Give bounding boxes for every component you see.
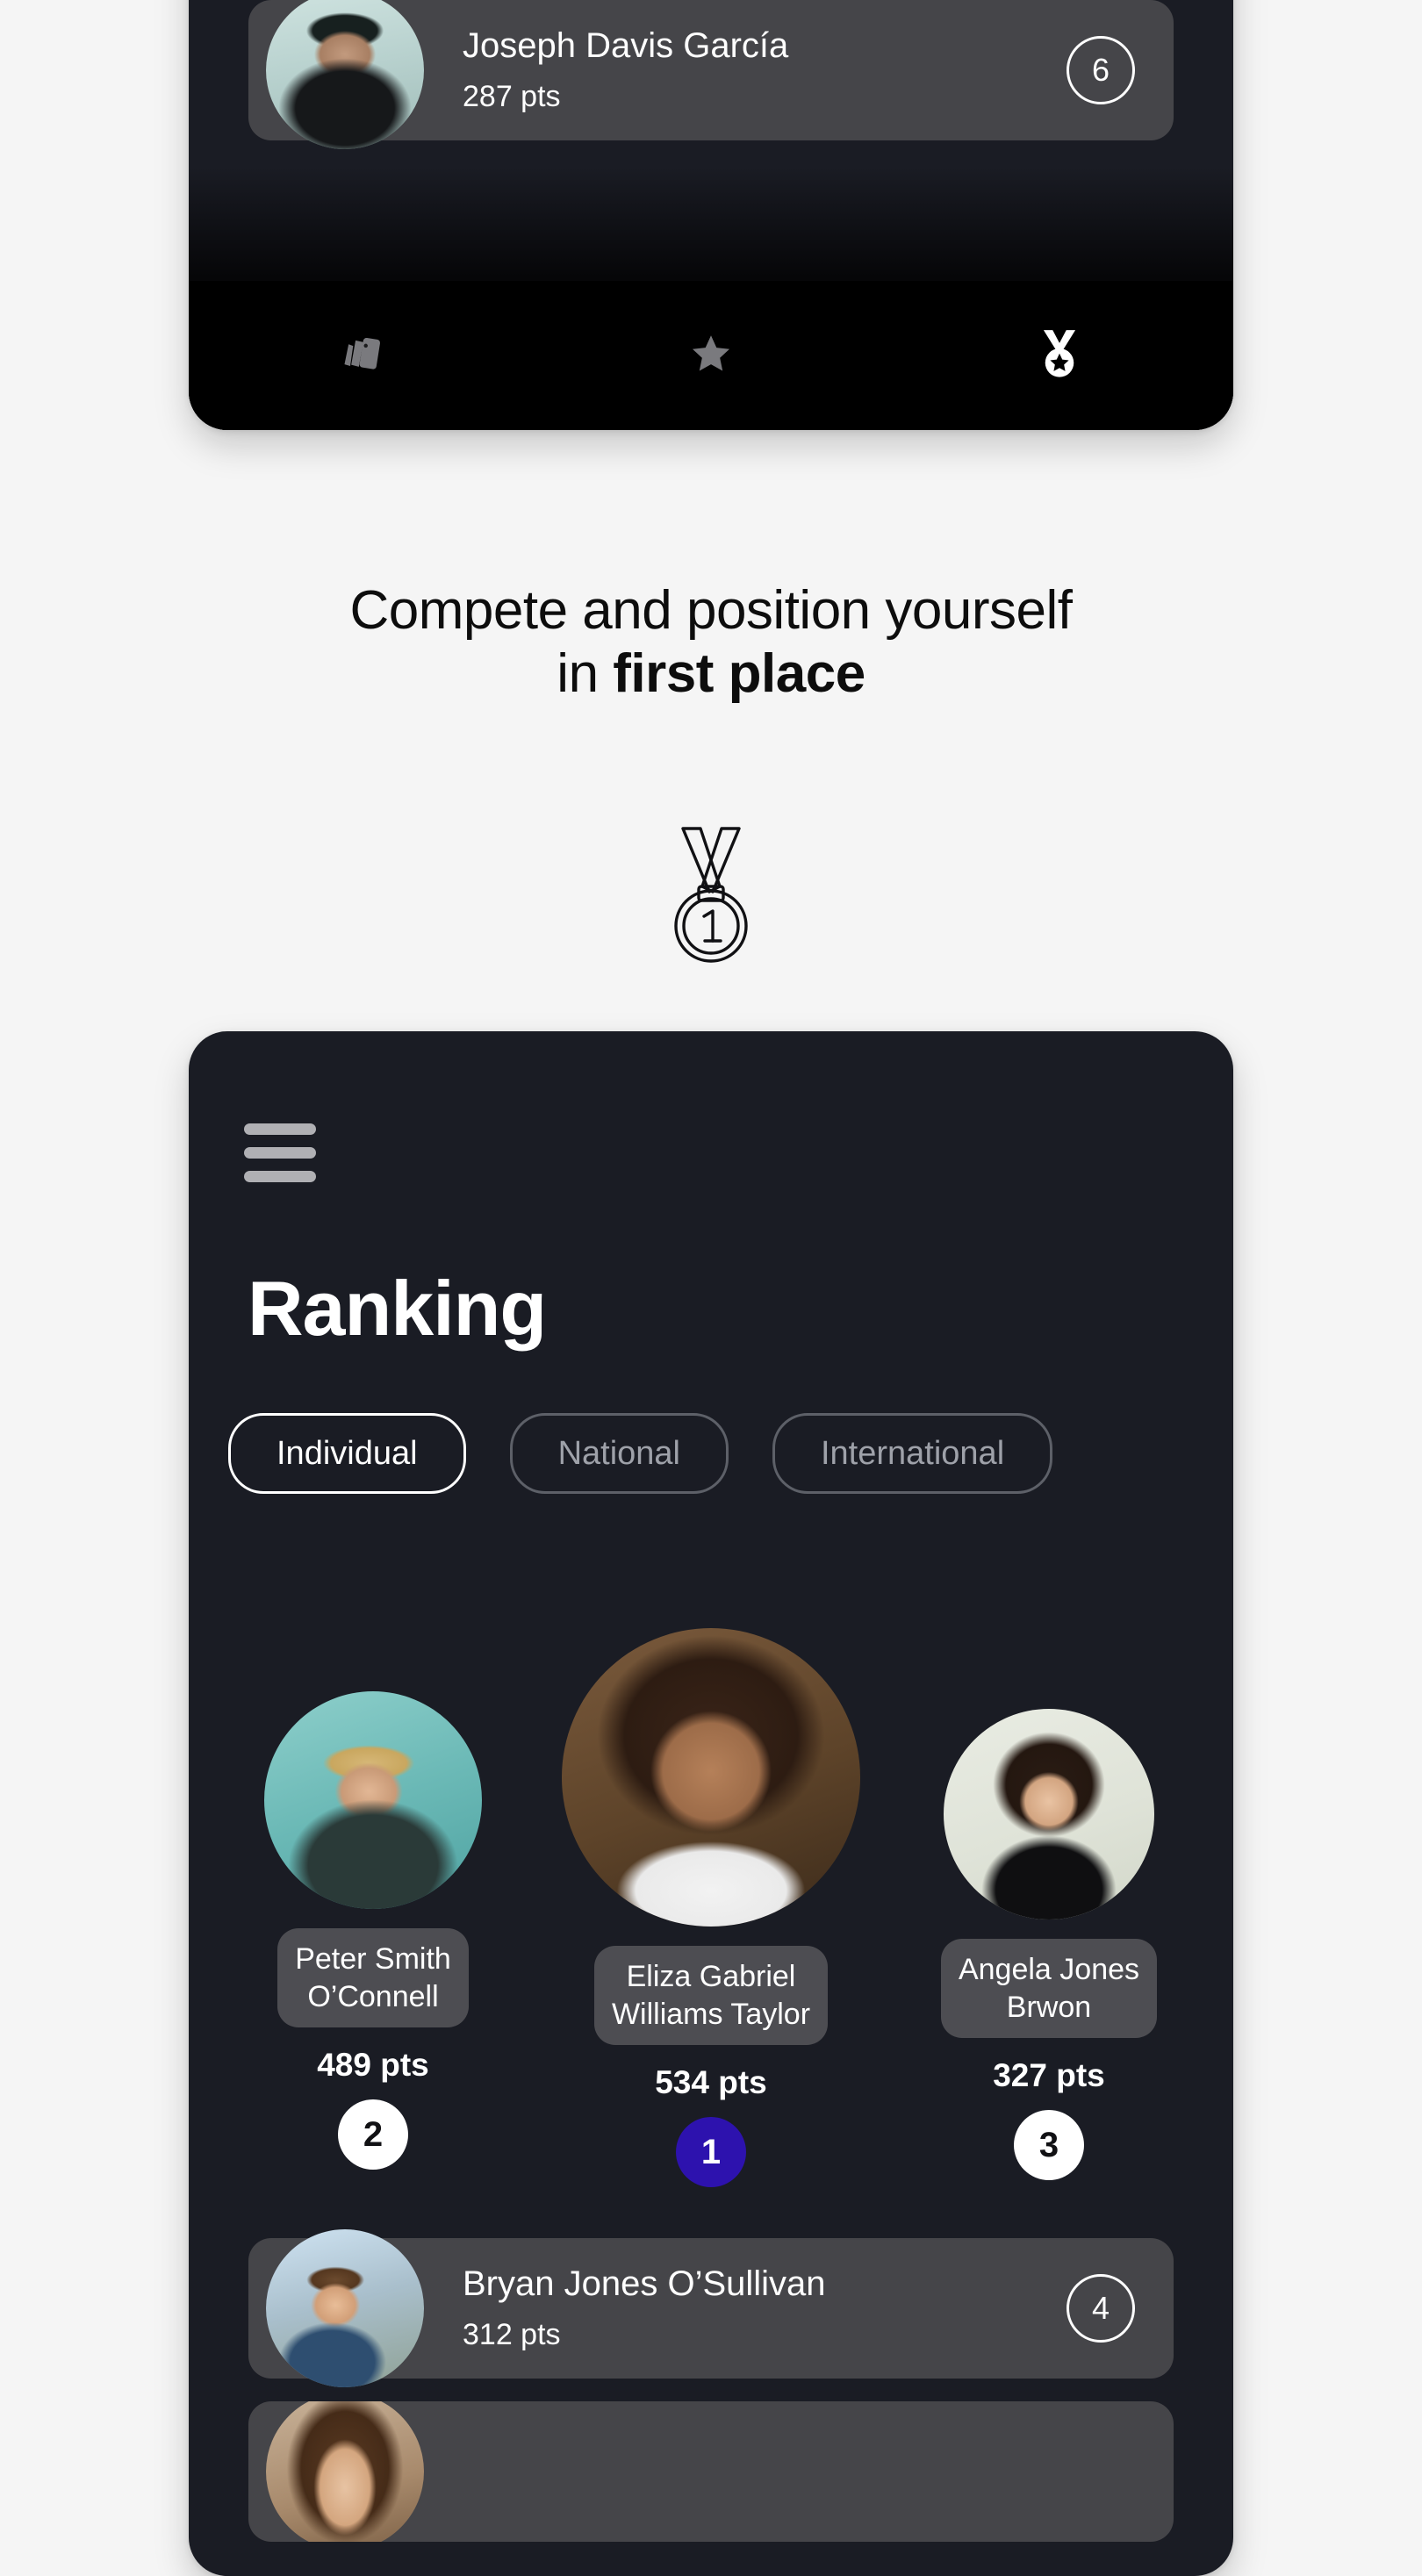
ranking-scope-tabs[interactable]: Individual National International (228, 1413, 1053, 1494)
podium-name-line-2: Williams Taylor (611, 1997, 811, 2031)
podium-name-line-2: O’Connell (307, 1979, 439, 2013)
medal-icon (1032, 326, 1087, 385)
podium-name-line-2: Brwon (1006, 1990, 1092, 2024)
tab-favourites[interactable] (537, 331, 886, 381)
status-badge: 4 (1066, 2274, 1135, 2343)
podium-top-three: Peter Smith O’Connell 489 pts 2 Eliza Ga… (0, 1628, 1422, 2190)
avatar (266, 0, 424, 149)
avatar (944, 1709, 1154, 1919)
status-badge: 3 (1014, 2110, 1084, 2180)
tab-individual[interactable]: Individual (228, 1413, 466, 1494)
podium-name-card: Eliza Gabriel Williams Taylor (593, 1946, 829, 2045)
avatar (266, 2401, 424, 2542)
medal-one-outline-icon (660, 825, 762, 970)
avatar (266, 2229, 424, 2387)
podium-name-card: Peter Smith O’Connell (277, 1928, 469, 2027)
podium-place-1[interactable]: Eliza Gabriel Williams Taylor 534 pts 1 (549, 1628, 873, 2187)
podium-points: 327 pts (993, 2057, 1105, 2093)
headline-prefix: in (557, 642, 614, 704)
list-item[interactable]: Joseph Davis García 287 pts 6 (248, 0, 1174, 149)
cards-stack-icon (338, 329, 387, 383)
medal-illustration (0, 825, 1422, 970)
avatar (562, 1628, 860, 1927)
podium-place-2[interactable]: Peter Smith O’Connell 489 pts 2 (237, 1691, 509, 2170)
avatar (264, 1691, 482, 1909)
star-icon (688, 331, 734, 381)
hamburger-menu-icon[interactable] (244, 1123, 316, 1182)
tab-ranking[interactable] (885, 326, 1233, 385)
podium-points: 489 pts (317, 2047, 429, 2083)
podium-name-line-1: Eliza Gabriel (626, 1960, 796, 1993)
screen-title: Ranking (248, 1265, 547, 1352)
top-ranking-list: Joseph Davis García 287 pts 6 (248, 0, 1174, 163)
list-item-points: 287 pts (463, 80, 561, 114)
list-item-meta: Joseph Davis García 287 pts (463, 26, 1066, 113)
podium-points: 534 pts (655, 2064, 767, 2100)
hamburger-line (244, 1147, 316, 1159)
headline-line-1: Compete and position yourself (349, 580, 1073, 641)
ranking-list: Bryan Jones O’Sullivan 312 pts 4 (248, 2229, 1422, 2565)
tab-national[interactable]: National (509, 1413, 729, 1494)
list-item[interactable]: Bryan Jones O’Sullivan 312 pts 4 (248, 2229, 1174, 2387)
bottom-tab-bar[interactable] (189, 281, 1233, 430)
tab-international[interactable]: International (772, 1413, 1053, 1494)
podium-name-line-1: Peter Smith (295, 1942, 451, 1976)
list-item-points: 312 pts (463, 2318, 561, 2352)
hamburger-line (244, 1123, 316, 1135)
list-item-meta: Bryan Jones O’Sullivan 312 pts (463, 2264, 1066, 2351)
status-badge: 1 (676, 2117, 746, 2187)
status-badge: 6 (1066, 36, 1135, 104)
hamburger-line (244, 1171, 316, 1182)
status-badge: 2 (338, 2099, 408, 2170)
podium-name-card: Angela Jones Brwon (940, 1939, 1158, 2038)
list-item[interactable] (248, 2401, 1174, 2542)
list-item-name: Bryan Jones O’Sullivan (463, 2264, 826, 2304)
tab-cards[interactable] (189, 329, 537, 383)
headline-emphasis: first place (613, 642, 865, 704)
podium-place-3[interactable]: Angela Jones Brwon 327 pts 3 (917, 1709, 1181, 2180)
page-title: Compete and position yourself in first p… (0, 579, 1422, 706)
phone-mockup-top: Joseph Davis García 287 pts 6 (189, 0, 1233, 430)
list-item-name: Joseph Davis García (463, 26, 789, 66)
headline-line-2: in first place (0, 642, 1422, 706)
podium-name-line-1: Angela Jones (958, 1953, 1140, 1986)
